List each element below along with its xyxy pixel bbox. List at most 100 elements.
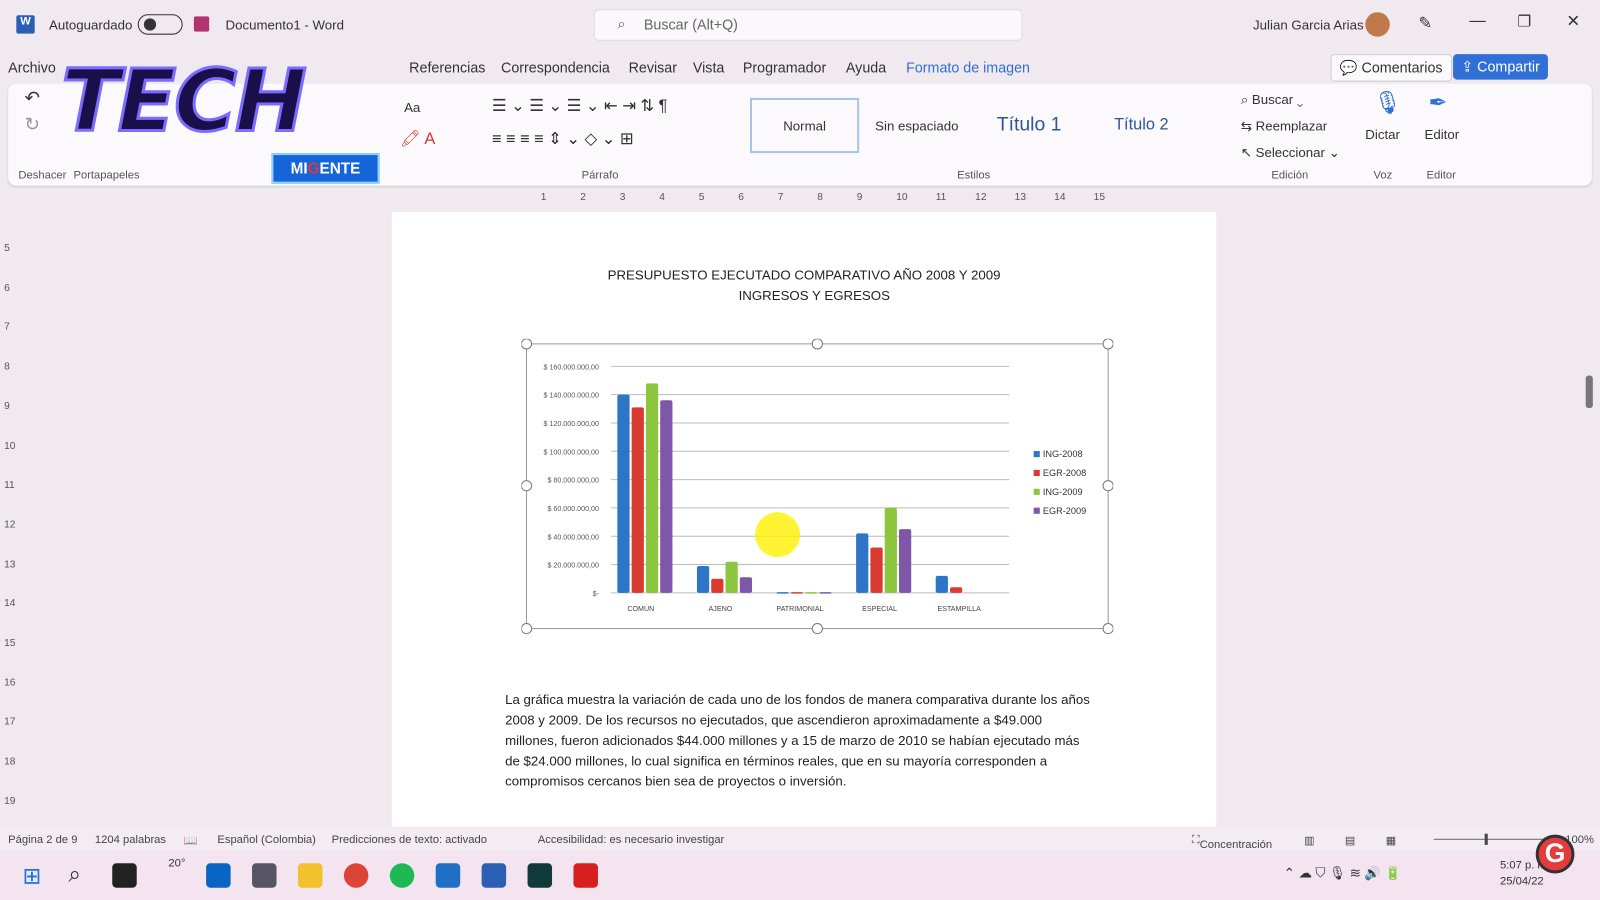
legend-swatch: [1033, 507, 1040, 514]
y-tick-label: $ 140.000.000,00: [543, 392, 599, 400]
cursor-highlight: [755, 512, 800, 558]
bar-ing-2009: [805, 592, 818, 594]
read-mode-icon[interactable]: ▥: [1304, 834, 1315, 847]
clock-date[interactable]: 25/04/22: [1500, 876, 1544, 888]
page-count[interactable]: Página 2 de 9: [8, 834, 77, 846]
y-tick-label: $-: [593, 590, 600, 598]
tab-archivo[interactable]: Archivo: [8, 59, 56, 75]
document-page[interactable]: PRESUPUESTO EJECUTADO COMPARATIVO AÑO 20…: [391, 212, 1217, 827]
tab-programador[interactable]: Programador: [743, 59, 826, 75]
language[interactable]: Español (Colombia): [217, 834, 316, 846]
restore-icon[interactable]: ❐: [1517, 12, 1531, 30]
save-icon[interactable]: [193, 16, 210, 32]
tray-icons[interactable]: ⌃ ☁ ⛉ 🎙 ≋ 🔊 🔋: [1284, 865, 1401, 881]
font-color-icon[interactable]: 🖍 A: [400, 129, 435, 149]
windows-start-icon[interactable]: ⊞: [22, 863, 41, 890]
spotify-icon[interactable]: [389, 863, 415, 888]
vertical-ruler[interactable]: 5 6 7 8 9 10 11 12 13 14 15 16 17 18 19: [4, 212, 18, 824]
bullets-icon[interactable]: ☰ ⌄ ☰ ⌄ ☰ ⌄ ⇤ ⇥ ⇅ ¶: [492, 96, 668, 116]
horizontal-ruler[interactable]: 1 2 3 4 5 6 7 8 9 10 11 12 13 14 15: [393, 192, 1214, 206]
ruler-mark: 11: [4, 479, 15, 492]
pen-icon[interactable]: ✎: [1418, 13, 1432, 33]
dictate-label[interactable]: Dictar: [1365, 127, 1400, 142]
editor-label[interactable]: Editor: [1424, 127, 1459, 142]
terminal-icon[interactable]: [527, 863, 553, 888]
word-taskbar-icon[interactable]: [481, 863, 507, 888]
settings-icon[interactable]: [252, 863, 277, 888]
paragraph-line: 2008 y 2009. De los recursos no ejecutad…: [505, 712, 1042, 728]
group-parrafo: Párrafo: [581, 169, 619, 182]
status-bar: Página 2 de 9 1204 palabras 📖 Español (C…: [0, 828, 1600, 852]
select-button[interactable]: ↖ Seleccionar ⌄: [1241, 145, 1340, 161]
ruler-mark: 10: [896, 191, 908, 204]
ruler-mark: 15: [4, 637, 16, 649]
align-icons[interactable]: ≡ ≡ ≡ ≡ ⇕ ⌄ ◇ ⌄ ⊞: [492, 129, 634, 149]
microphone-icon[interactable]: 🎙: [1373, 90, 1402, 117]
paragraph-line: La gráfica muestra la variación de cada …: [505, 691, 1090, 708]
tab-revisar[interactable]: Revisar: [629, 59, 677, 75]
close-icon[interactable]: ✕: [1566, 11, 1580, 31]
accessibility[interactable]: Accesibilidad: es necesario investigar: [538, 834, 725, 846]
change-case-button[interactable]: Aa: [404, 100, 420, 115]
bar-ing-2008: [696, 565, 710, 593]
outlook-icon[interactable]: [206, 863, 231, 888]
focus-label: Concentración: [1199, 838, 1273, 852]
legend-label: ING-2009: [1043, 487, 1083, 497]
bar-egr-2009: [898, 529, 912, 593]
ruler-mark: 2: [580, 191, 586, 204]
ruler-mark: 8: [817, 191, 823, 204]
bar-egr-2008: [790, 592, 804, 594]
user-name: Julian Garcia Arias: [1253, 17, 1364, 33]
y-tick-label: $ 40.000.000,00: [547, 533, 599, 541]
word-count[interactable]: 1204 palabras: [95, 834, 166, 846]
proofing-icon[interactable]: 📖: [184, 834, 198, 847]
comments-label: Comentarios: [1361, 59, 1443, 76]
task-view-icon[interactable]: [112, 863, 137, 888]
zoom-slider[interactable]: [1433, 833, 1546, 845]
tab-correspondencia[interactable]: Correspondencia: [501, 59, 610, 75]
x-tick-label: PATRIMONIAL: [776, 605, 823, 613]
style-titulo-2[interactable]: Título 2: [1087, 98, 1196, 153]
style-normal[interactable]: Normal: [749, 97, 860, 154]
replace-button[interactable]: ⇆ Reemplazar: [1241, 118, 1327, 134]
resize-handle: [1102, 622, 1114, 635]
redo-icon[interactable]: ↻: [24, 114, 39, 135]
store-icon[interactable]: [435, 863, 461, 888]
find-label: Buscar: [1251, 91, 1294, 108]
bar-egr-2009: [819, 592, 832, 594]
autosave-label: Autoguardado: [48, 17, 133, 33]
vertical-scrollbar[interactable]: [1585, 375, 1593, 409]
undo-icon[interactable]: ↶: [24, 88, 39, 109]
focus-mode[interactable]: ⛶ Concentración: [1192, 834, 1272, 851]
search-taskbar-icon[interactable]: ⌕: [68, 861, 81, 888]
tab-referencias[interactable]: Referencias: [409, 59, 485, 75]
style-sin-espaciado[interactable]: Sin espaciado: [862, 98, 971, 153]
tab-vista[interactable]: Vista: [693, 59, 725, 75]
autosave-toggle[interactable]: [137, 14, 183, 35]
find-button[interactable]: ⌕ Buscar ⌄: [1241, 92, 1303, 108]
watermark-logo: TECH: [60, 49, 309, 152]
style-titulo-1[interactable]: Título 1: [974, 98, 1083, 153]
web-layout-icon[interactable]: ▦: [1386, 834, 1397, 847]
chart-title-line-2: INGRESOS Y EGRESOS: [738, 287, 890, 304]
ruler-mark: 7: [777, 191, 784, 204]
text-predictions[interactable]: Predicciones de texto: activado: [332, 834, 487, 846]
print-layout-icon[interactable]: ▤: [1345, 834, 1356, 847]
tab-formato-imagen[interactable]: Formato de imagen: [906, 59, 1030, 75]
share-button[interactable]: ⇪ Compartir: [1453, 54, 1549, 80]
chrome-icon[interactable]: [343, 863, 369, 888]
acrobat-icon[interactable]: [573, 863, 598, 888]
chart[interactable]: $- $ 20.000.000,00 $ 40.000.000,00 $ 60.000…: [521, 338, 1114, 635]
weather-temp[interactable]: 20°: [168, 857, 185, 869]
tab-ayuda[interactable]: Ayuda: [846, 59, 886, 75]
minimize-icon[interactable]: —: [1469, 12, 1485, 30]
editor-icon[interactable]: ✒: [1429, 90, 1448, 117]
group-deshacer: Deshacer: [18, 169, 67, 182]
comments-button[interactable]: 💬 Comentarios: [1330, 54, 1452, 82]
file-explorer-icon[interactable]: [297, 863, 323, 888]
bar-ing-2008: [935, 575, 948, 593]
word-logo-icon: W: [16, 15, 35, 34]
bar-ing-2009: [884, 507, 897, 593]
search-input[interactable]: Buscar (Alt+Q): [593, 9, 1023, 41]
avatar[interactable]: [1365, 12, 1390, 37]
